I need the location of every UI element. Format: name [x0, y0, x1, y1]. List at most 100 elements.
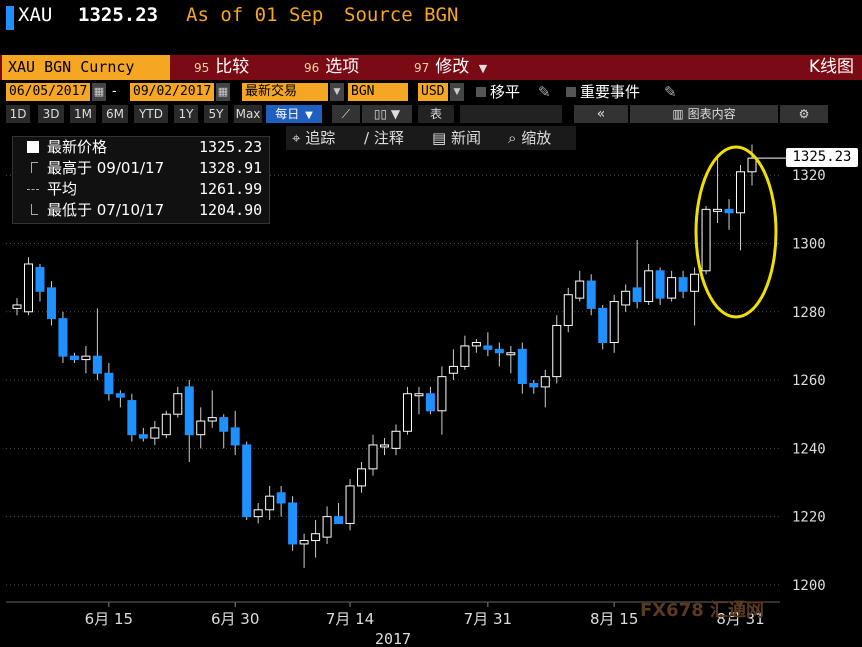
- move-checkbox[interactable]: [476, 87, 486, 97]
- news-icon: ▤: [432, 129, 447, 147]
- compare-menu[interactable]: 95 比较: [194, 55, 249, 80]
- line-chart-icon[interactable]: ⟋: [332, 105, 360, 123]
- source-field[interactable]: BGN: [348, 83, 408, 101]
- candle-body: [747, 157, 757, 173]
- high-marker-icon: [31, 162, 38, 173]
- track-tool-label: 追踪: [305, 129, 336, 147]
- candle-body: [540, 376, 550, 388]
- start-date-field[interactable]: 06/05/2017: [6, 83, 90, 101]
- candle-body: [288, 502, 298, 545]
- ticker-symbol: XAU: [18, 4, 53, 26]
- data-source: Source BGN: [344, 4, 459, 26]
- table-extra-slot: [460, 105, 562, 123]
- period-dropdown-icon: ▼: [305, 110, 313, 121]
- collapse-left-icon[interactable]: «: [574, 105, 628, 123]
- candle-body: [35, 266, 45, 292]
- candle-body: [425, 393, 435, 412]
- y-tick-label: 1320: [792, 168, 826, 184]
- options-menu[interactable]: 96 选项: [304, 55, 359, 80]
- events-pencil-icon[interactable]: ✎: [664, 82, 677, 102]
- range-6m-button[interactable]: 6M: [102, 105, 128, 123]
- price-field-select[interactable]: 最新交易: [242, 83, 328, 101]
- candle-body: [690, 273, 700, 292]
- candle-body: [150, 427, 160, 439]
- candle-body: [736, 171, 746, 214]
- legend-label: 平均: [47, 180, 78, 198]
- candle-body: [334, 516, 344, 524]
- x-tick-label: 7月 31: [464, 610, 512, 628]
- price-field-dropdown-icon[interactable]: ▼: [330, 83, 344, 101]
- candle-body: [357, 468, 367, 487]
- legend-value: 1328.91: [199, 159, 263, 177]
- candle-body: [207, 417, 217, 422]
- candle-body: [46, 287, 56, 320]
- candle-body: [161, 413, 171, 436]
- track-tool[interactable]: ⌖ 追踪: [292, 126, 335, 150]
- candle-body: [58, 318, 68, 357]
- watermark-logo: FX678 汇通网: [640, 596, 764, 624]
- zoom-tool[interactable]: ⌕ 缩放: [508, 126, 551, 150]
- candle-body: [380, 444, 389, 448]
- chart-legend: 最新价格 1325.23 最高于 09/01/17 1328.91 平均 126…: [12, 136, 270, 224]
- legend-label: 最低于 07/10/17: [47, 201, 165, 219]
- candlestick-icon[interactable]: ▯▯ ▼: [362, 105, 412, 123]
- watermark-text: FX678 汇通网: [640, 600, 765, 621]
- candle-body: [655, 270, 665, 299]
- range-3d-button[interactable]: 3D: [38, 105, 64, 123]
- candle-body: [219, 417, 229, 432]
- candle-body: [69, 355, 79, 361]
- candle-body: [184, 386, 194, 436]
- news-tool-label: 新闻: [450, 129, 481, 147]
- range-max-button[interactable]: Max: [234, 105, 262, 123]
- candle-body: [127, 400, 137, 436]
- annotate-tool[interactable]: ∕ 注释: [364, 126, 404, 150]
- pencil-icon[interactable]: ✎: [538, 82, 551, 102]
- x-tick-label: 6月 30: [211, 610, 259, 628]
- candle-body: [299, 540, 309, 545]
- currency-dropdown-icon[interactable]: ▼: [450, 83, 464, 101]
- candle-body: [552, 324, 562, 378]
- range-1m-button[interactable]: 1M: [70, 105, 96, 123]
- legend-average: 平均 1261.99: [13, 179, 271, 199]
- candle-body: [12, 304, 22, 309]
- end-date-field[interactable]: 09/02/2017: [130, 83, 214, 101]
- range-5y-button[interactable]: 5Y: [204, 105, 228, 123]
- function-bar: XAU BGN Curncy 95 比较 96 选项 97 修改 ▼ K线图: [0, 55, 862, 80]
- range-1y-button[interactable]: 1Y: [174, 105, 198, 123]
- x-tick-label: 7月 14: [326, 610, 374, 628]
- candle-body: [494, 348, 504, 354]
- chart-content-icon: ▥: [672, 107, 684, 121]
- options-menu-label: 选项: [325, 57, 360, 77]
- legend-label: 最新价格: [47, 138, 108, 156]
- candle-body: [713, 208, 723, 212]
- low-marker-icon: [31, 204, 38, 215]
- end-calendar-icon[interactable]: ▦: [216, 83, 230, 101]
- table-button[interactable]: 表: [418, 105, 454, 123]
- legend-value: 1204.90: [199, 201, 263, 219]
- candle-body: [632, 287, 642, 303]
- legend-value: 1325.23: [199, 138, 263, 156]
- candle-body: [115, 393, 125, 398]
- security-field[interactable]: XAU BGN Curncy: [2, 55, 170, 80]
- range-1d-button[interactable]: 1D: [6, 105, 30, 123]
- candle-body: [230, 427, 240, 446]
- settings-gear-icon[interactable]: ⚙: [780, 105, 828, 123]
- news-tool[interactable]: ▤ 新闻: [432, 126, 481, 150]
- period-select[interactable]: 每日 ▼: [266, 105, 322, 123]
- y-tick-label: 1200: [792, 578, 826, 594]
- edit-menu[interactable]: 97 修改 ▼: [414, 55, 487, 80]
- compare-menu-number: 95: [194, 61, 210, 75]
- candle-body: [609, 301, 619, 344]
- range-ytd-button[interactable]: YTD: [134, 105, 168, 123]
- options-row: 06/05/2017 ▦ - 09/02/2017 ▦ 最新交易 ▼ BGN U…: [0, 82, 862, 102]
- events-checkbox[interactable]: [566, 87, 576, 97]
- events-label: 重要事件: [580, 83, 641, 101]
- candle-body: [311, 533, 321, 542]
- chart-content-button[interactable]: ▥ 图表内容: [630, 105, 778, 123]
- last-price-tag: 1325.23: [786, 148, 858, 168]
- currency-field[interactable]: USD: [418, 83, 448, 101]
- start-calendar-icon[interactable]: ▦: [92, 83, 106, 101]
- date-separator: -: [112, 84, 117, 99]
- y-tick-label: 1220: [792, 510, 826, 526]
- edit-menu-number: 97: [414, 61, 430, 75]
